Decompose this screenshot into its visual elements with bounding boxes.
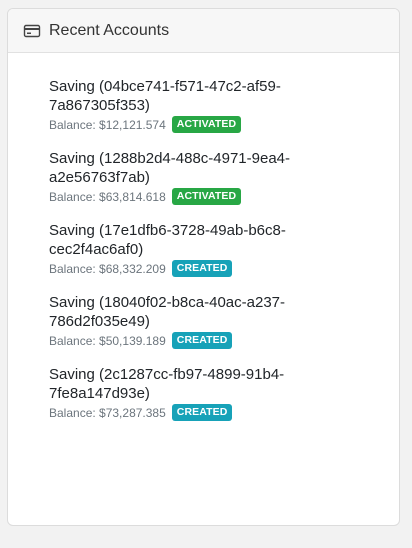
account-item[interactable]: Saving (1288b2d4-488c-4971-9ea4-a2e56763… [49,149,399,205]
account-name[interactable]: Saving (2c1287cc-fb97-4899-91b4-7fe8a147… [49,365,329,403]
account-meta: Balance: $63,814.618 ACTIVATED [49,188,399,205]
account-balance: Balance: $50,139.189 [49,333,166,348]
account-meta: Balance: $12,121.574 ACTIVATED [49,116,399,133]
accounts-list: Saving (04bce741-f571-47c2-af59-7a867305… [8,53,399,421]
account-item[interactable]: Saving (04bce741-f571-47c2-af59-7a867305… [49,77,399,133]
account-name[interactable]: Saving (17e1dfb6-3728-49ab-b6c8-cec2f4ac… [49,221,329,259]
credit-card-icon [23,22,41,40]
account-name[interactable]: Saving (1288b2d4-488c-4971-9ea4-a2e56763… [49,149,329,187]
status-badge: ACTIVATED [171,116,242,133]
account-balance: Balance: $73,287.385 [49,405,166,420]
recent-accounts-card: Recent Accounts Saving (04bce741-f571-47… [7,8,400,526]
account-item[interactable]: Saving (18040f02-b8ca-40ac-a237-786d2f03… [49,293,399,349]
account-item[interactable]: Saving (17e1dfb6-3728-49ab-b6c8-cec2f4ac… [49,221,399,277]
account-balance: Balance: $68,332.209 [49,261,166,276]
account-meta: Balance: $50,139.189 CREATED [49,332,399,349]
status-badge: CREATED [171,404,233,421]
card-header: Recent Accounts [8,9,399,53]
account-meta: Balance: $73,287.385 CREATED [49,404,399,421]
status-badge: CREATED [171,260,233,277]
account-balance: Balance: $63,814.618 [49,189,166,204]
card-title: Recent Accounts [49,21,170,39]
status-badge: CREATED [171,332,233,349]
account-balance: Balance: $12,121.574 [49,117,166,132]
account-meta: Balance: $68,332.209 CREATED [49,260,399,277]
account-item[interactable]: Saving (2c1287cc-fb97-4899-91b4-7fe8a147… [49,365,399,421]
account-name[interactable]: Saving (04bce741-f571-47c2-af59-7a867305… [49,77,329,115]
account-name[interactable]: Saving (18040f02-b8ca-40ac-a237-786d2f03… [49,293,329,331]
status-badge: ACTIVATED [171,188,242,205]
